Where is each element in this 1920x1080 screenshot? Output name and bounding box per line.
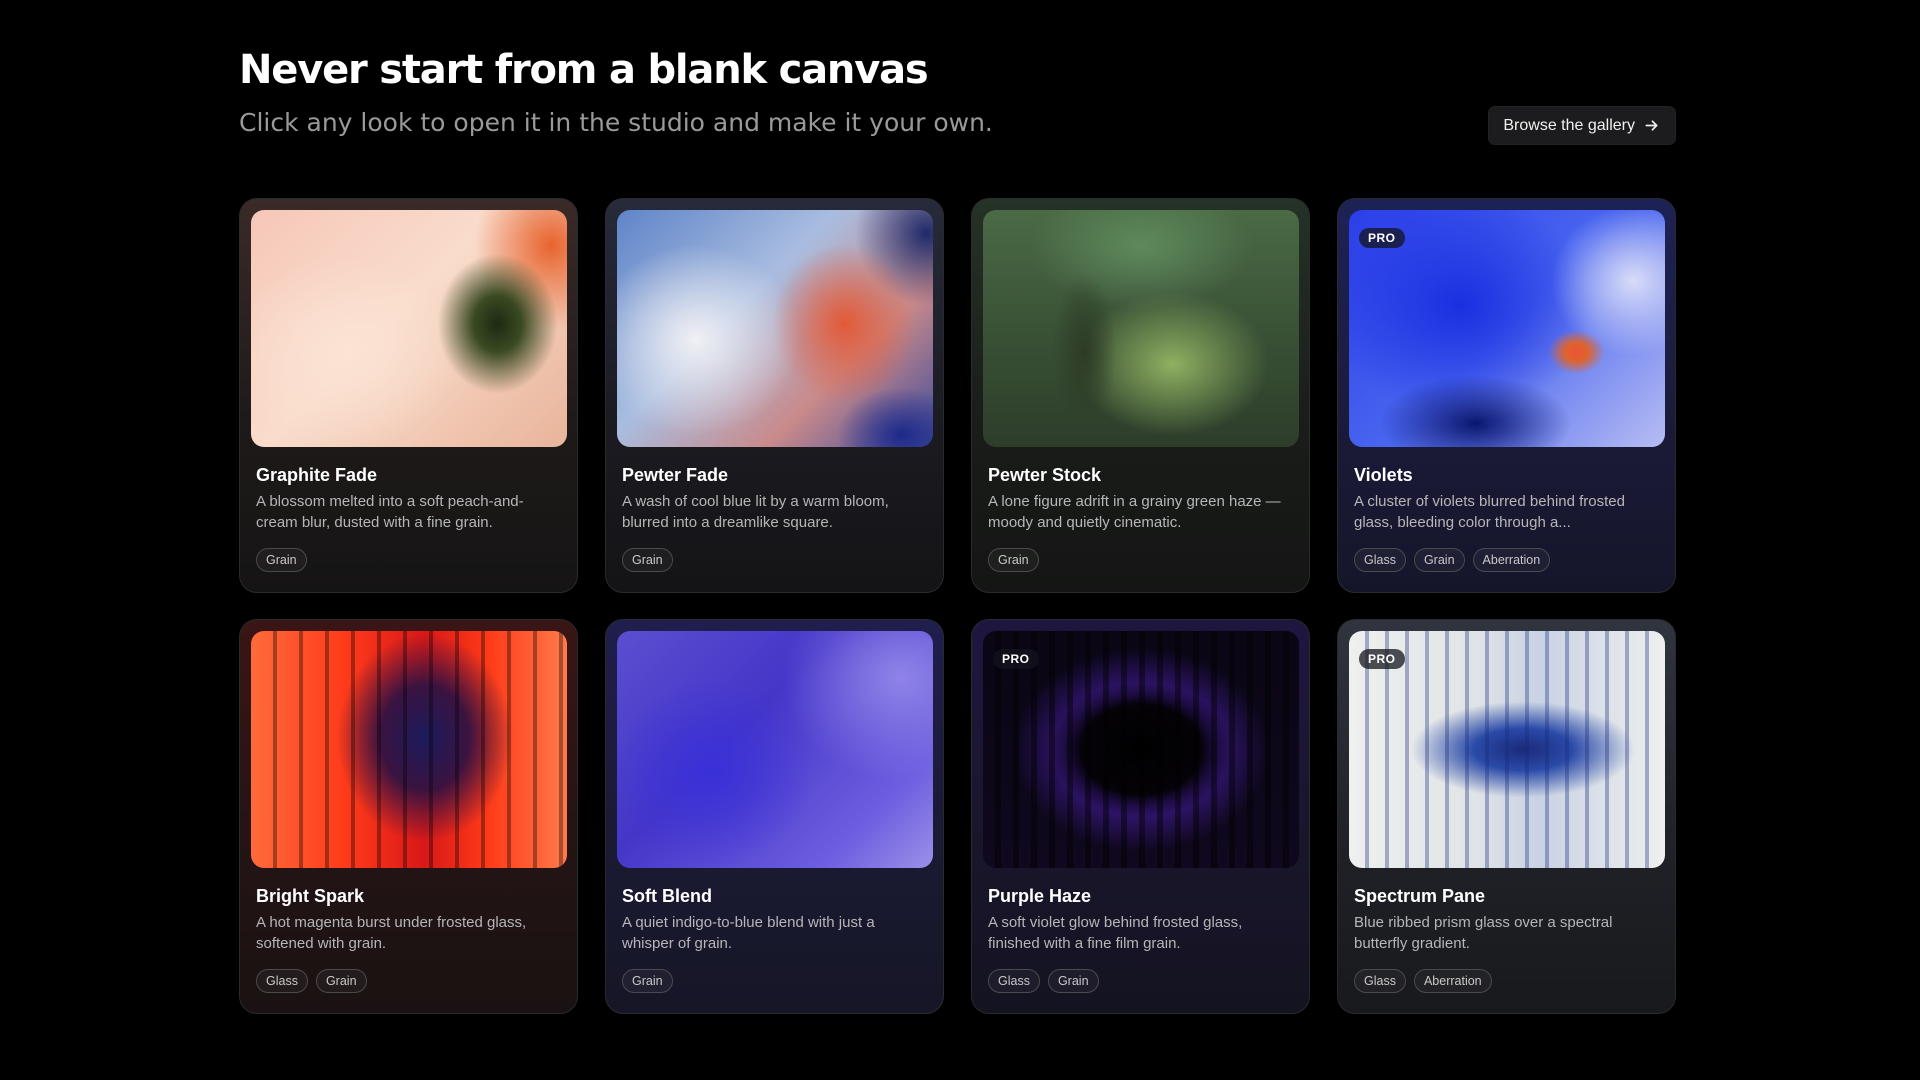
look-thumbnail[interactable] bbox=[251, 631, 567, 868]
look-title: Graphite Fade bbox=[256, 465, 378, 485]
page-subtitle: Click any look to open it in the studio … bbox=[239, 108, 993, 137]
tag-list: Grain bbox=[256, 548, 561, 572]
tag: Grain bbox=[256, 548, 307, 572]
look-title: Violets bbox=[1354, 465, 1413, 485]
tag-list: Grain bbox=[988, 548, 1293, 572]
tag-list: Grain bbox=[622, 969, 927, 993]
tag: Grain bbox=[622, 548, 673, 572]
look-title: Bright Spark bbox=[256, 886, 365, 906]
arrow-right-icon bbox=[1645, 120, 1658, 131]
look-title: Pewter Fade bbox=[622, 465, 729, 485]
tag: Grain bbox=[1413, 548, 1465, 572]
tag: Aberration bbox=[1472, 548, 1551, 572]
look-card[interactable]: Pewter Fade A wash of cool blue lit by a… bbox=[605, 198, 944, 593]
tag: Glass bbox=[1354, 548, 1406, 572]
look-description: A quiet indigo-to-blue blend with just a… bbox=[622, 914, 875, 952]
look-title: Spectrum Pane bbox=[1354, 886, 1486, 906]
look-grid: Graphite Fade A blossom melted into a so… bbox=[239, 198, 1676, 1014]
look-card[interactable]: PRO Spectrum Pane Blue ribbed prism glas… bbox=[1337, 619, 1676, 1014]
pro-badge: PRO bbox=[1359, 649, 1405, 669]
tag: Glass bbox=[988, 969, 1040, 993]
look-thumbnail[interactable] bbox=[617, 210, 933, 447]
look-thumbnail[interactable]: PRO bbox=[1349, 210, 1665, 447]
look-thumbnail[interactable] bbox=[983, 210, 1299, 447]
tag: Aberration bbox=[1413, 969, 1492, 993]
look-title: Soft Blend bbox=[622, 886, 712, 906]
look-title: Purple Haze bbox=[988, 886, 1092, 906]
tag: Grain bbox=[1047, 969, 1099, 993]
look-description: A lone figure adrift in a grainy green h… bbox=[988, 493, 1281, 531]
look-card[interactable]: Pewter Stock A lone figure adrift in a g… bbox=[971, 198, 1310, 593]
header: Never start from a blank canvas Click an… bbox=[239, 44, 1676, 145]
page-title: Never start from a blank canvas bbox=[239, 47, 929, 93]
look-card[interactable]: PRO Violets A cluster of violets blurred… bbox=[1337, 198, 1676, 593]
tag-list: Glass Grain bbox=[256, 969, 561, 993]
pro-badge: PRO bbox=[1359, 228, 1405, 248]
tag: Grain bbox=[622, 969, 673, 993]
tag-list: Glass Aberration bbox=[1354, 969, 1659, 993]
look-description: A cluster of violets blurred behind fros… bbox=[1354, 493, 1625, 531]
browse-gallery-label: Browse the gallery bbox=[1503, 116, 1635, 134]
look-description: A hot magenta burst under frosted glass,… bbox=[256, 914, 527, 952]
tag-list: Glass Grain Aberration bbox=[1354, 548, 1659, 572]
look-card[interactable]: PRO Purple Haze A soft violet glow behin… bbox=[971, 619, 1310, 1014]
tag: Grain bbox=[315, 969, 367, 993]
look-description: A blossom melted into a soft peach-and-c… bbox=[256, 493, 524, 531]
tag-list: Glass Grain bbox=[988, 969, 1293, 993]
tag: Glass bbox=[256, 969, 308, 993]
look-description: Blue ribbed prism glass over a spectral … bbox=[1354, 914, 1613, 952]
look-title: Pewter Stock bbox=[988, 465, 1102, 485]
look-thumbnail[interactable] bbox=[251, 210, 567, 447]
look-thumbnail[interactable] bbox=[617, 631, 933, 868]
pro-badge: PRO bbox=[993, 649, 1039, 669]
look-card[interactable]: Bright Spark A hot magenta burst under f… bbox=[239, 619, 578, 1014]
browse-gallery-button[interactable]: Browse the gallery bbox=[1488, 106, 1676, 145]
look-description: A soft violet glow behind frosted glass,… bbox=[988, 914, 1243, 952]
tag: Glass bbox=[1354, 969, 1406, 993]
gallery-page: Never start from a blank canvas Click an… bbox=[0, 0, 1920, 1080]
look-card[interactable]: Soft Blend A quiet indigo-to-blue blend … bbox=[605, 619, 944, 1014]
look-thumbnail[interactable]: PRO bbox=[983, 631, 1299, 868]
look-card[interactable]: Graphite Fade A blossom melted into a so… bbox=[239, 198, 578, 593]
tag-list: Grain bbox=[622, 548, 927, 572]
tag: Grain bbox=[988, 548, 1039, 572]
look-thumbnail[interactable]: PRO bbox=[1349, 631, 1665, 868]
look-description: A wash of cool blue lit by a warm bloom,… bbox=[622, 493, 889, 531]
